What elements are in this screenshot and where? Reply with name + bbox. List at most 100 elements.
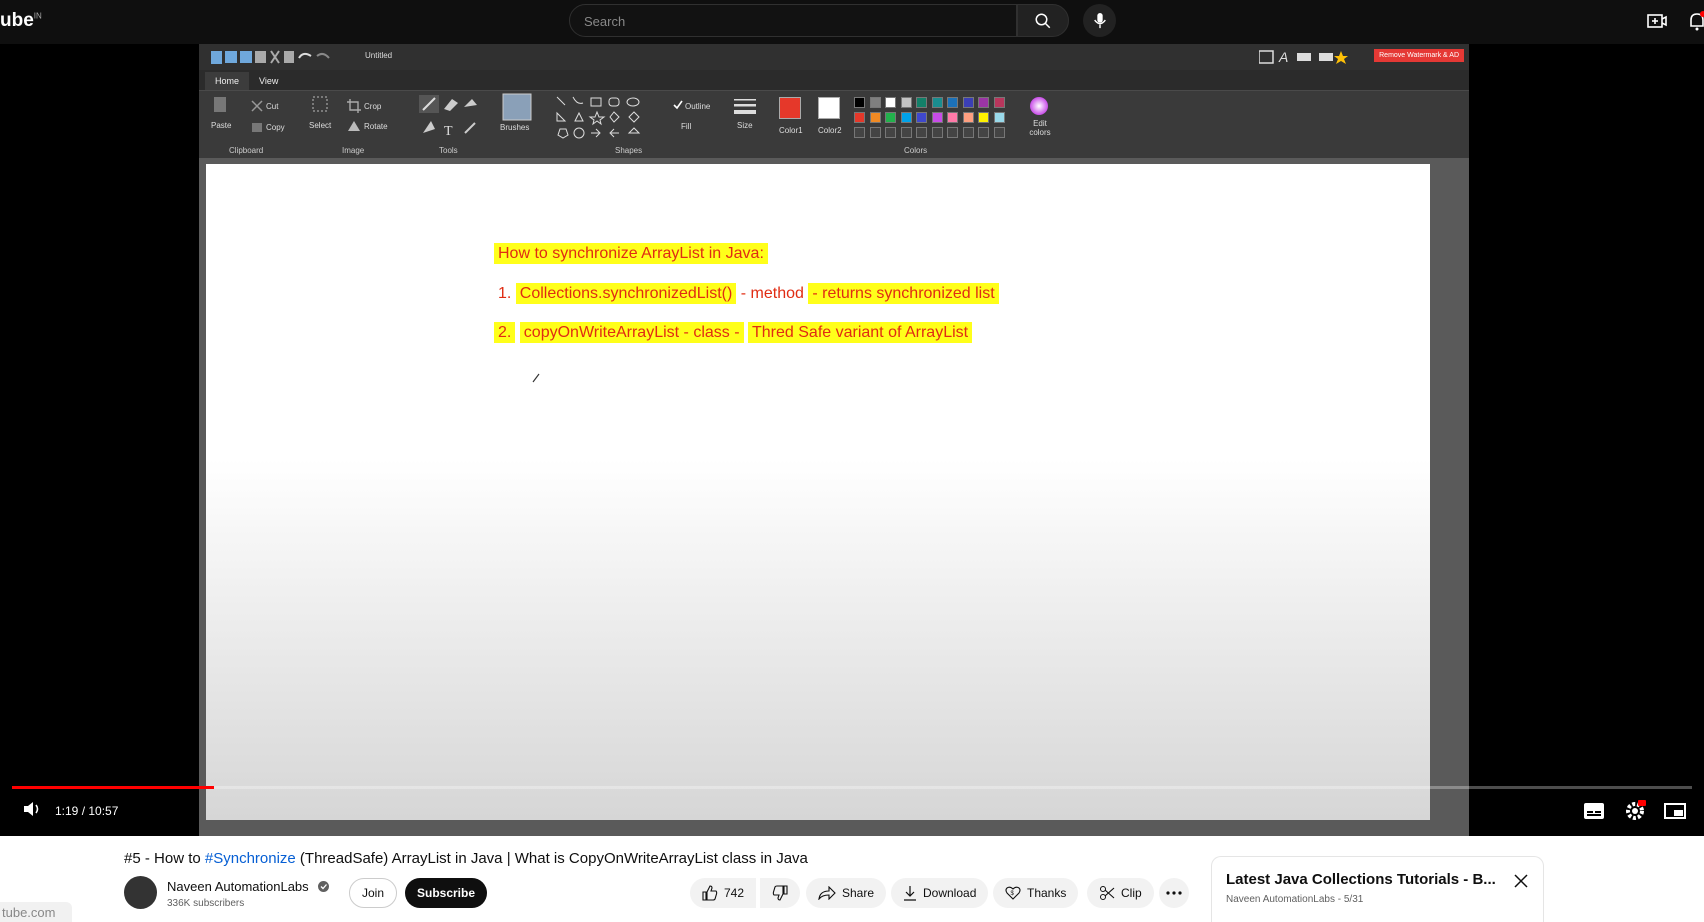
volume-icon[interactable]	[22, 800, 42, 818]
color1-button[interactable]: Color1	[779, 126, 803, 135]
download-button[interactable]: Download	[891, 878, 989, 908]
palette-swatch[interactable]	[978, 97, 989, 108]
progress-bar[interactable]	[12, 786, 1692, 789]
like-button[interactable]: 742	[690, 878, 757, 908]
remove-watermark-button[interactable]: Remove Watermark & AD	[1374, 49, 1464, 62]
empty-swatch[interactable]	[854, 127, 865, 138]
more-actions-button[interactable]	[1159, 878, 1189, 908]
color2-swatch[interactable]	[818, 97, 840, 119]
edit-colors-icon	[1030, 97, 1048, 115]
tab-view[interactable]: View	[249, 72, 288, 90]
palette-swatch[interactable]	[962, 112, 974, 123]
video-player[interactable]: Untitled A Remove Watermark & AD Home Vi…	[0, 44, 1704, 836]
palette-swatch[interactable]	[978, 112, 989, 123]
empty-swatch[interactable]	[885, 127, 896, 138]
cut-icon	[251, 100, 263, 112]
playlist-title[interactable]: Latest Java Collections Tutorials - B...	[1226, 871, 1496, 888]
rotate-button[interactable]: Rotate	[364, 122, 388, 131]
brushes-icon	[502, 93, 532, 121]
ribbon: Paste Cut Copy Clipboard Select Crop Rot…	[199, 90, 1469, 158]
paint-window: Untitled A Remove Watermark & AD Home Vi…	[199, 44, 1469, 836]
palette-swatch[interactable]	[947, 112, 958, 123]
palette-swatch[interactable]	[993, 112, 1005, 123]
select-button[interactable]: Select	[309, 121, 331, 130]
color1-swatch[interactable]	[779, 97, 801, 119]
palette-swatch[interactable]	[900, 97, 912, 108]
clip-button[interactable]: Clip	[1087, 878, 1154, 908]
svg-text:A: A	[1278, 49, 1288, 65]
search-button[interactable]	[1017, 4, 1069, 37]
drawing-canvas[interactable]: How to synchronize ArrayList in Java: 1.…	[206, 164, 1430, 820]
palette-swatch[interactable]	[885, 112, 896, 123]
size-button[interactable]: Size	[737, 121, 753, 130]
hashtag-link[interactable]: #Synchronize	[205, 850, 296, 867]
palette-swatch[interactable]	[854, 97, 865, 108]
share-button[interactable]: Share	[806, 878, 887, 908]
empty-swatch[interactable]	[962, 127, 974, 138]
palette-swatch[interactable]	[916, 112, 927, 123]
fill-button[interactable]: Fill	[681, 122, 691, 131]
more-horizontal-icon	[1166, 891, 1182, 895]
palette-swatch[interactable]	[854, 112, 865, 123]
palette-swatch[interactable]	[931, 97, 943, 108]
masthead: ubeIN Search	[0, 0, 1704, 44]
cut-button[interactable]: Cut	[266, 102, 278, 111]
empty-swatch[interactable]	[978, 127, 989, 138]
country-code: IN	[33, 11, 42, 21]
group-clipboard: Clipboard	[229, 146, 264, 155]
join-button[interactable]: Join	[349, 878, 398, 908]
empty-swatch[interactable]	[900, 127, 912, 138]
palette-swatch[interactable]	[962, 97, 974, 108]
empty-swatch[interactable]	[947, 127, 958, 138]
close-icon[interactable]	[1513, 873, 1529, 889]
share-arrow-icon	[818, 886, 836, 900]
palette-swatch[interactable]	[931, 112, 943, 123]
miniplayer-icon[interactable]	[1664, 803, 1686, 819]
dislike-button[interactable]	[760, 878, 800, 908]
thumbs-up-icon	[702, 885, 718, 901]
search-input[interactable]: Search	[569, 4, 1017, 37]
crop-icon	[347, 99, 361, 113]
crop-button[interactable]: Crop	[364, 102, 381, 111]
progress-fill	[12, 786, 214, 789]
settings-gear-icon[interactable]	[1624, 800, 1646, 822]
search-placeholder: Search	[584, 14, 626, 29]
voice-search-button[interactable]	[1083, 4, 1116, 37]
empty-swatch[interactable]	[916, 127, 927, 138]
tab-home[interactable]: Home	[205, 72, 250, 90]
copy-button[interactable]: Copy	[266, 123, 285, 132]
channel-name[interactable]: Naveen AutomationLabs	[167, 879, 309, 894]
verified-badge-icon	[318, 881, 329, 892]
thanks-heart-icon: $	[1005, 886, 1021, 900]
youtube-logo[interactable]: ubeIN	[0, 10, 42, 32]
outline-button[interactable]: Outline	[685, 102, 710, 111]
color2-button[interactable]: Color2	[818, 126, 842, 135]
edit-colors-button[interactable]: Edit colors	[1025, 119, 1055, 137]
notifications-button[interactable]	[1686, 10, 1704, 32]
palette-swatch[interactable]	[900, 112, 912, 123]
empty-swatch[interactable]	[993, 127, 1005, 138]
playlist-subtitle: Naveen AutomationLabs - 5/31	[1226, 894, 1364, 905]
subtitles-icon[interactable]	[1584, 803, 1604, 819]
brushes-button[interactable]: Brushes	[500, 123, 529, 132]
svg-text:$: $	[1011, 891, 1015, 897]
channel-avatar[interactable]	[124, 876, 157, 909]
size-icon	[734, 99, 756, 114]
subscriber-count: 336K subscribers	[167, 898, 245, 909]
outline-check-icon	[673, 100, 683, 110]
palette-swatch[interactable]	[869, 112, 881, 123]
palette-swatch[interactable]	[993, 97, 1005, 108]
palette-swatch[interactable]	[885, 97, 896, 108]
thanks-button[interactable]: $ Thanks	[993, 878, 1079, 908]
palette-swatch[interactable]	[916, 97, 927, 108]
shapes-gallery[interactable]	[555, 95, 665, 139]
like-count: 742	[724, 886, 745, 900]
empty-swatch[interactable]	[869, 127, 881, 138]
palette-swatch[interactable]	[869, 97, 881, 108]
empty-swatch[interactable]	[931, 127, 943, 138]
paste-button[interactable]: Paste	[211, 121, 231, 130]
create-button[interactable]	[1646, 10, 1668, 32]
subscribe-button[interactable]: Subscribe	[405, 878, 488, 908]
palette-swatch[interactable]	[947, 97, 958, 108]
svg-text:T: T	[444, 124, 453, 139]
